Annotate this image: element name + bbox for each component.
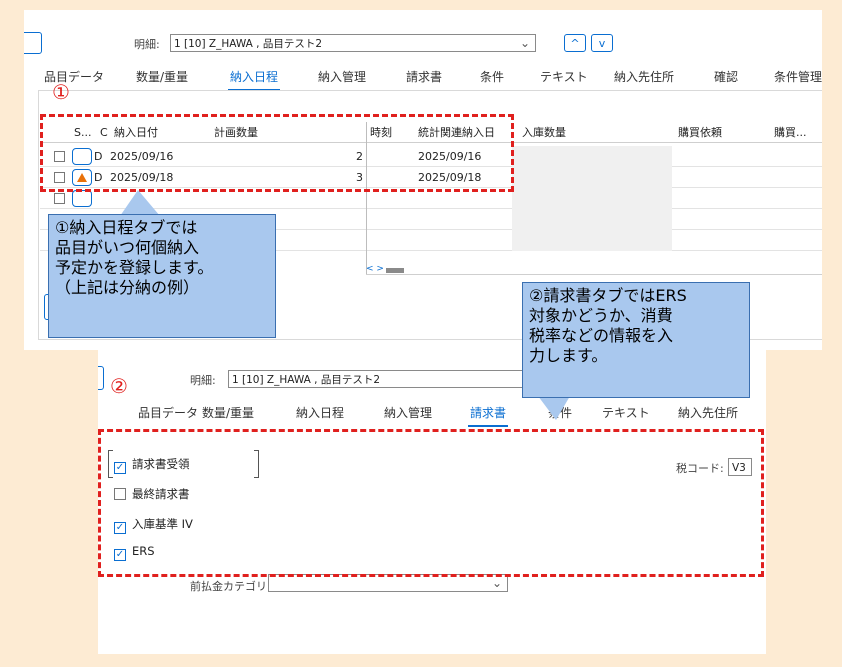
callout-pointer-1 (120, 190, 160, 216)
tab-delivery-address[interactable]: 納入先住所 (614, 68, 674, 85)
tab-delivery-management[interactable]: 納入管理 (384, 404, 432, 421)
row-goods-receipt-qty (512, 230, 672, 251)
tab-condition-control[interactable]: 条件管理 (774, 68, 822, 85)
callout2-line-2: 対象かどうか、消費 (529, 306, 673, 325)
detail-label: 明細: (190, 374, 216, 387)
detail-select[interactable]: 1 [10] Z_HAWA , 品目テスト2 (228, 370, 528, 388)
callout2-line-4: 力します。 (529, 346, 608, 365)
detail-label: 明細: (134, 38, 160, 51)
tab-text[interactable]: テキスト (540, 68, 588, 85)
scroll-arrows[interactable]: < > (366, 264, 384, 274)
row-goods-receipt-qty (512, 209, 672, 230)
tab-delivery-address[interactable]: 納入先住所 (678, 404, 738, 421)
tab-delivery-management[interactable]: 納入管理 (318, 68, 366, 85)
row-goods-receipt-qty (512, 167, 672, 188)
annotation-marker-1: ① (52, 80, 70, 104)
horizontal-scrollbar-thumb[interactable] (386, 268, 404, 273)
detail-select[interactable]: 1 [10] Z_HAWA , 品目テスト2 ⌄ (170, 34, 536, 52)
collapse-button[interactable] (24, 32, 42, 54)
column-header-goods-receipt-qty[interactable]: 入庫数量 (522, 122, 566, 143)
callout-pointer-2 (538, 396, 570, 420)
item-tabs: 品目データ 数量/重量 納入日程 納入管理 請求書 条件 テキスト 納入先住所 (98, 404, 766, 427)
callout1-line-1: ①納入日程タブでは (55, 218, 198, 237)
collapse-button[interactable] (98, 366, 104, 390)
status-indicator[interactable] (72, 190, 92, 207)
callout2-line-3: 税率などの情報を入 (529, 326, 674, 345)
callout1-line-4: （上記は分納の例） (55, 278, 200, 297)
prepayment-category-label: 前払金カテゴリ (190, 580, 267, 593)
row-select-checkbox[interactable] (54, 193, 65, 204)
tab-invoice[interactable]: 請求書 (406, 68, 442, 85)
callout-delivery-schedule: ①納入日程タブでは 品目がいつ何個納入 予定かを登録します。 （上記は分納の例） (48, 214, 276, 338)
callout2-line-1: ②請求書タブではERS (529, 286, 687, 305)
horizontal-scrollbar-track (366, 274, 822, 275)
callout1-line-2: 品目がいつ何個納入 (55, 238, 200, 257)
highlight-invoice-fields (98, 429, 764, 577)
tab-invoice[interactable]: 請求書 (467, 404, 509, 427)
callout1-line-3: 予定かを登録します。 (55, 258, 214, 277)
tab-text[interactable]: テキスト (602, 404, 650, 421)
column-header-purchase-requisition[interactable]: 購買依頼 (678, 122, 722, 143)
callout-invoice: ②請求書タブではERS 対象かどうか、消費 税率などの情報を入 力します。 (522, 282, 750, 398)
chevron-up-icon: ^ (570, 37, 580, 50)
chevron-down-icon: v (598, 37, 606, 50)
next-item-button[interactable]: v (591, 34, 613, 52)
highlight-schedule-table (40, 114, 514, 192)
row-goods-receipt-qty (512, 188, 672, 209)
chevron-down-icon: ⌄ (519, 36, 530, 50)
tab-item-data[interactable]: 品目データ (138, 404, 198, 421)
detail-select-value: 1 [10] Z_HAWA , 品目テスト2 (174, 38, 323, 50)
annotation-marker-2: ② (110, 374, 128, 398)
tab-delivery-schedule[interactable]: 納入日程 (296, 404, 344, 421)
previous-item-button[interactable]: ^ (564, 34, 586, 52)
tab-confirmation[interactable]: 確認 (714, 68, 738, 85)
tab-conditions[interactable]: 条件 (480, 68, 504, 85)
tab-delivery-schedule[interactable]: 納入日程 (227, 68, 281, 91)
item-tabs: 品目データ 数量/重量 納入日程 納入管理 請求書 条件 テキスト 納入先住所 … (24, 68, 822, 91)
tab-quantity-weight[interactable]: 数量/重量 (136, 68, 188, 85)
tab-quantity-weight[interactable]: 数量/重量 (202, 404, 254, 421)
detail-select-value: 1 [10] Z_HAWA , 品目テスト2 (232, 374, 381, 386)
column-header-purchase-more[interactable]: 購買... (774, 122, 807, 143)
row-goods-receipt-qty (512, 146, 672, 167)
